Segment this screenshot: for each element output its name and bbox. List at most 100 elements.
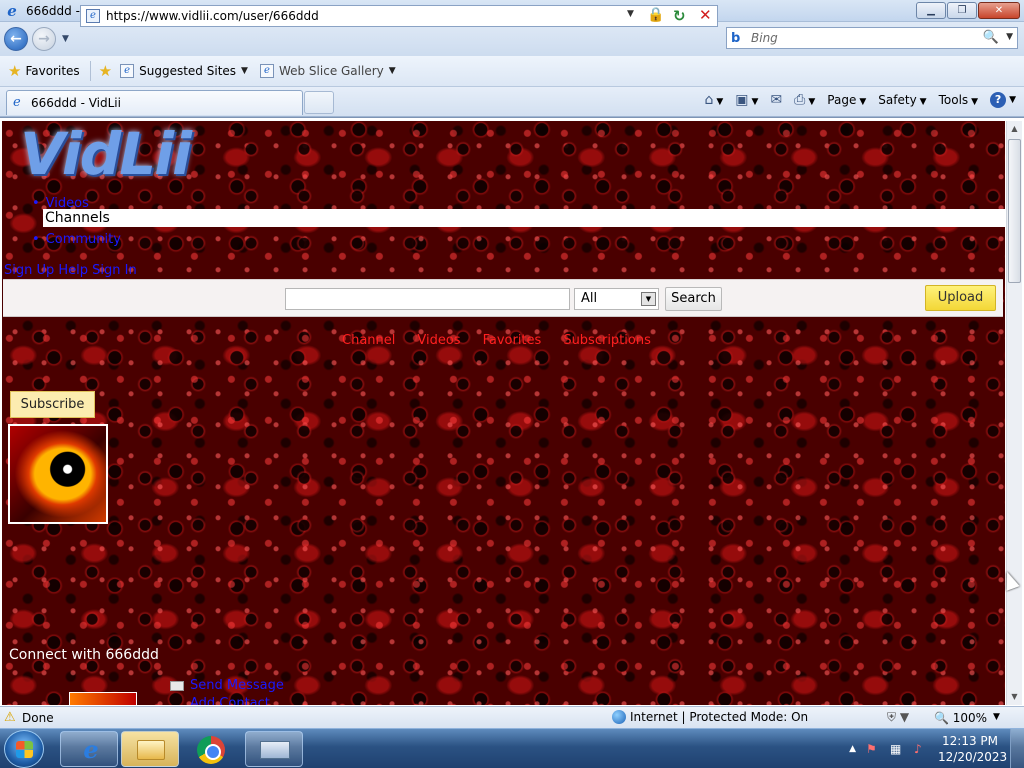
mail-icon[interactable]: ✉ — [770, 92, 782, 108]
taskbar-ie-button[interactable]: e — [60, 731, 118, 767]
history-dropdown-icon[interactable]: ▼ — [62, 34, 69, 44]
help-menu[interactable]: ? ▼ — [990, 92, 1016, 108]
safety-menu[interactable]: Safety ▼ — [878, 93, 926, 107]
scroll-thumb[interactable] — [1008, 139, 1021, 283]
divider — [89, 61, 91, 81]
new-tab-button[interactable] — [304, 91, 334, 114]
network-icon[interactable]: ▦ — [890, 742, 904, 756]
search-category-select[interactable]: All ▼ — [574, 288, 659, 310]
show-desktop-button[interactable] — [1010, 729, 1024, 768]
chevron-down-icon: ▼ — [971, 97, 979, 107]
taskbar-keyboard-button[interactable] — [245, 731, 303, 767]
envelope-icon — [170, 680, 184, 691]
show-hidden-icons-icon[interactable]: ▲ — [849, 744, 856, 754]
web-slice-gallery-link[interactable]: e Web Slice Gallery ▼ — [259, 64, 396, 78]
chevron-down-icon: ▼ — [919, 97, 927, 107]
send-message-label: Send Message — [190, 678, 284, 693]
scroll-down-icon[interactable]: ▼ — [1007, 689, 1022, 705]
search-input[interactable]: b Bing 🔍 ▼ — [726, 27, 1018, 49]
tab-videos[interactable]: Videos — [417, 333, 460, 348]
tab-channel[interactable]: Channel — [342, 333, 395, 348]
site-search-button[interactable]: Search — [665, 287, 722, 311]
add-contact-link[interactable]: Add Contact — [170, 696, 270, 705]
refresh-icon[interactable]: ↻ — [673, 7, 686, 25]
nav-channels[interactable]: Channels — [43, 209, 1005, 227]
printer-icon: ⎙ — [794, 92, 806, 108]
forward-button[interactable]: → — [32, 27, 56, 51]
ie-icon: e — [13, 95, 21, 110]
search-icon[interactable]: 🔍 — [983, 30, 999, 45]
search-dropdown-icon[interactable]: ▼ — [1006, 32, 1013, 42]
status-bar: ⚠ Done Internet | Protected Mode: On ⛨ ▼… — [0, 706, 1024, 728]
channel-avatar[interactable] — [8, 424, 108, 524]
taskbar: e ▲ ⚑ ▦ ♪ 12:13 PM 12/20/2023 — [0, 728, 1024, 768]
back-button[interactable]: ← — [4, 27, 28, 51]
volume-muted-icon[interactable]: ♪ — [914, 742, 928, 756]
close-button[interactable]: ✕ — [978, 2, 1020, 19]
subscribe-button[interactable]: Subscribe — [10, 391, 95, 418]
action-center-icon[interactable]: ⚑ — [866, 742, 880, 756]
channel-tabs: Channel Videos Favorites Subscriptions — [342, 333, 651, 348]
lock-icon[interactable]: 🔒 — [647, 7, 664, 25]
vertical-scrollbar[interactable]: ▲ ▼ — [1006, 121, 1022, 705]
tab-bar: e 666ddd - VidLii ⌂ ▼ ▣ ▼ ✉ ⎙ ▼ Page ▼ Safet… — [0, 87, 1024, 117]
taskbar-chrome-button[interactable] — [183, 731, 241, 767]
user-links[interactable]: Sign Up Help Sign In — [4, 263, 137, 278]
connect-avatar[interactable] — [69, 692, 137, 705]
system-tray: ▲ ⚑ ▦ ♪ 12:13 PM 12/20/2023 — [849, 729, 1024, 768]
ie-icon: e — [7, 1, 17, 20]
favorites-button[interactable]: ★ Favorites — [8, 62, 80, 80]
nav-community[interactable]: Community — [32, 231, 121, 249]
scroll-up-icon[interactable]: ▲ — [1007, 121, 1022, 137]
page-menu[interactable]: Page ▼ — [827, 93, 866, 107]
security-zone[interactable]: Internet | Protected Mode: On — [612, 710, 808, 724]
feeds-button[interactable]: ▣ ▼ — [735, 92, 758, 108]
site-search-bar: All ▼ Search Upload — [3, 279, 1003, 317]
chevron-down-icon[interactable]: ▼ — [993, 712, 1000, 722]
zoom-level[interactable]: 🔍 100% — [934, 711, 987, 725]
zone-label: Internet | Protected Mode: On — [630, 710, 809, 724]
ie-icon: e — [83, 735, 99, 764]
upload-button[interactable]: Upload — [925, 285, 996, 311]
start-button[interactable] — [4, 730, 44, 768]
send-message-link[interactable]: Send Message — [170, 678, 284, 693]
search-placeholder: Bing — [751, 31, 778, 45]
suggested-sites-link[interactable]: e Suggested Sites ▼ — [120, 64, 248, 78]
favorites-label: Favorites — [25, 64, 80, 78]
popup-blocker-icon[interactable]: ⛨ ▼ — [887, 710, 909, 725]
print-button[interactable]: ⎙ ▼ — [794, 92, 815, 108]
home-button[interactable]: ⌂ ▼ — [704, 92, 723, 108]
vidlii-page: VidLii Videos Community Channels Sign Up… — [2, 121, 1005, 705]
clock-time: 12:13 PM — [942, 734, 998, 748]
star-icon: ★ — [8, 62, 22, 80]
minimize-button[interactable]: ▁ — [916, 2, 946, 19]
taskbar-explorer-button[interactable] — [121, 731, 179, 767]
address-input[interactable]: e https://www.vidlii.com/user/666ddd ▼ 🔒… — [80, 5, 718, 27]
status-text: Done — [22, 711, 54, 725]
help-icon: ? — [990, 92, 1007, 108]
chevron-down-icon: ▼ — [716, 97, 724, 107]
clock[interactable]: 12:13 PM 12/20/2023 — [938, 733, 1007, 765]
chevron-down-icon: ▼ — [1009, 95, 1016, 105]
restore-button[interactable]: ❐ — [947, 2, 977, 19]
site-search-input[interactable] — [285, 288, 570, 310]
chrome-icon — [197, 736, 225, 764]
tab-subscriptions[interactable]: Subscriptions — [563, 333, 651, 348]
tab-vidlii[interactable]: e 666ddd - VidLii — [6, 90, 303, 115]
page-icon: e — [259, 64, 274, 78]
tools-menu-label: Tools — [938, 93, 969, 107]
stop-icon[interactable]: ✕ — [699, 6, 712, 24]
address-dropdown-icon[interactable]: ▼ — [627, 9, 634, 19]
folder-icon — [137, 740, 165, 760]
chevron-down-icon: ▼ — [641, 292, 656, 306]
warning-icon[interactable]: ⚠ — [4, 710, 16, 725]
tab-favorites[interactable]: Favorites — [483, 333, 542, 348]
url-text[interactable]: https://www.vidlii.com/user/666ddd — [106, 9, 319, 23]
tools-menu[interactable]: Tools ▼ — [939, 93, 978, 107]
add-favorite-icon[interactable]: ★ — [99, 62, 112, 80]
web-slice-gallery-label: Web Slice Gallery — [278, 64, 384, 78]
vidlii-logo[interactable]: VidLii — [20, 123, 192, 185]
globe-icon — [612, 710, 626, 724]
zoom-value: 100% — [952, 711, 988, 725]
chevron-down-icon: ▼ — [808, 97, 816, 107]
